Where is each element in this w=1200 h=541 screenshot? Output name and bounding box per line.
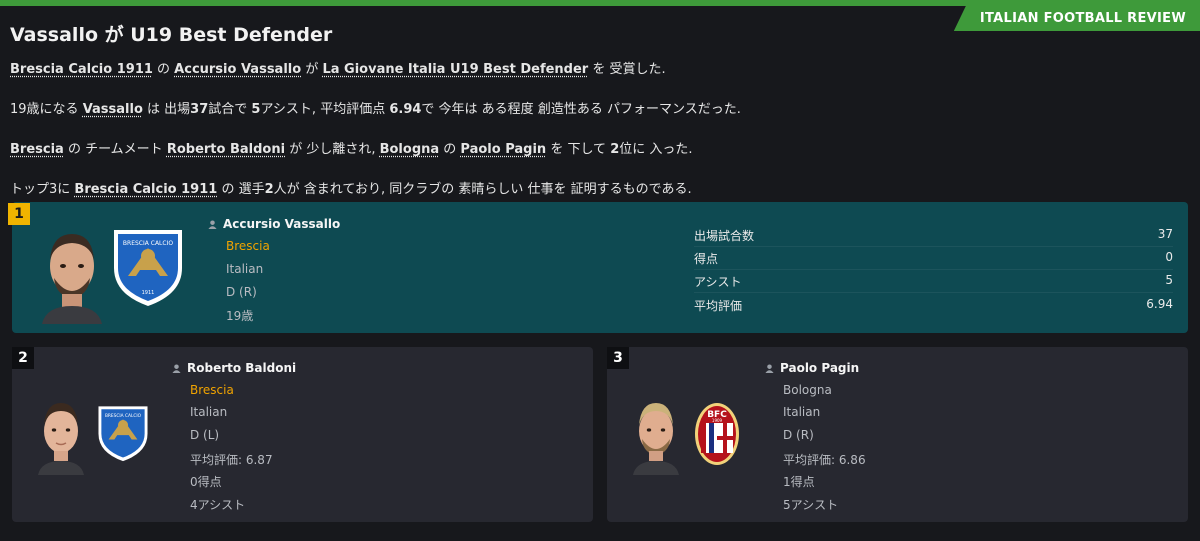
club-link[interactable]: Brescia Calcio 1911 — [10, 62, 153, 77]
player-face-icon — [42, 234, 102, 324]
article-paragraph-3: Brescia の チームメート Roberto Baldoni が 少し離され… — [10, 142, 693, 157]
club-crest-icon: BRESCIA CALCIO — [98, 406, 148, 462]
runner-up-card[interactable]: 2 BRESCIA CALCIO Roberto Baldoni Brescia… — [12, 347, 593, 522]
stat-divider — [694, 292, 1173, 293]
player-link[interactable]: Accursio Vassallo — [174, 62, 301, 77]
stat-divider — [694, 246, 1173, 247]
player-nationality: Italian — [190, 405, 228, 419]
club-crest-icon: BRESCIA CALCIO 1911 — [114, 230, 182, 306]
player-age: 19歳 — [226, 309, 254, 323]
player-assists: 5アシスト — [783, 498, 839, 512]
article-paragraph-2: 19歳になる Vassallo は 出場37試合で 5アシスト, 平均評価点 6… — [10, 102, 741, 117]
player-club[interactable]: Bologna — [783, 383, 832, 397]
player-nationality: Italian — [226, 262, 264, 276]
player-assists: 4アシスト — [190, 498, 246, 512]
player-position: D (R) — [783, 428, 814, 442]
stat-value: 5 — [1165, 273, 1173, 287]
award-link[interactable]: La Giovane Italia U19 Best Defender — [322, 62, 588, 77]
player-name[interactable]: Roberto Baldoni — [172, 361, 296, 375]
article-paragraph-1: Brescia Calcio 1911 の Accursio Vassallo … — [10, 62, 666, 77]
club-link[interactable]: Brescia — [10, 142, 64, 157]
player-link[interactable]: Paolo Pagin — [460, 142, 546, 157]
club-crest-icon: BFC 1909 — [695, 403, 739, 465]
player-link[interactable]: Vassallo — [83, 102, 143, 117]
crest-year: 1911 — [142, 290, 155, 296]
top-accent-bar — [0, 0, 1200, 6]
person-icon — [172, 364, 181, 373]
person-icon — [765, 364, 774, 373]
player-name[interactable]: Accursio Vassallo — [208, 217, 340, 231]
player-position: D (R) — [226, 285, 257, 299]
player-link[interactable]: Roberto Baldoni — [167, 142, 285, 157]
rank-badge: 1 — [8, 203, 30, 225]
player-rating: 平均評価: 6.87 — [190, 453, 273, 467]
player-goals: 0得点 — [190, 475, 222, 489]
player-rating: 平均評価: 6.86 — [783, 453, 866, 467]
stat-label: 得点 — [694, 252, 719, 266]
player-goals: 1得点 — [783, 475, 815, 489]
club-link[interactable]: Brescia Calcio 1911 — [74, 182, 217, 197]
stat-label: アシスト — [694, 275, 742, 289]
stat-value: 0 — [1165, 250, 1173, 264]
crest-year: 1909 — [712, 418, 723, 423]
crest-text: BRESCIA CALCIO — [123, 240, 173, 247]
article-headline: Vassallo が U19 Best Defender — [10, 24, 333, 46]
club-link[interactable]: Bologna — [380, 142, 440, 157]
player-club[interactable]: Brescia — [226, 239, 270, 253]
player-face-icon — [38, 403, 84, 475]
publication-tag: ITALIAN FOOTBALL REVIEW — [953, 6, 1200, 31]
stat-value: 37 — [1157, 227, 1173, 241]
rank-badge: 3 — [607, 347, 629, 369]
winner-card[interactable]: 1 BRESCIA CALCIO 1911 Accursio Vassallo … — [8, 202, 1188, 333]
stat-value: 6.94 — [1146, 297, 1173, 311]
player-name[interactable]: Paolo Pagin — [765, 361, 859, 375]
rank-badge: 2 — [12, 347, 34, 369]
article-paragraph-4: トップ3に Brescia Calcio 1911 の 選手2人が 含まれており… — [10, 182, 692, 197]
stat-label: 平均評価 — [694, 299, 743, 313]
person-icon — [208, 220, 217, 229]
runner-up-card[interactable]: 3 BFC 1909 Paolo Pagin Bologna Italian D… — [607, 347, 1188, 522]
player-position: D (L) — [190, 428, 220, 442]
stat-divider — [694, 269, 1173, 270]
player-face-icon — [633, 403, 679, 475]
player-club[interactable]: Brescia — [190, 383, 234, 397]
stat-label: 出場試合数 — [694, 229, 755, 243]
crest-text: BRESCIA CALCIO — [105, 413, 142, 419]
player-nationality: Italian — [783, 405, 821, 419]
